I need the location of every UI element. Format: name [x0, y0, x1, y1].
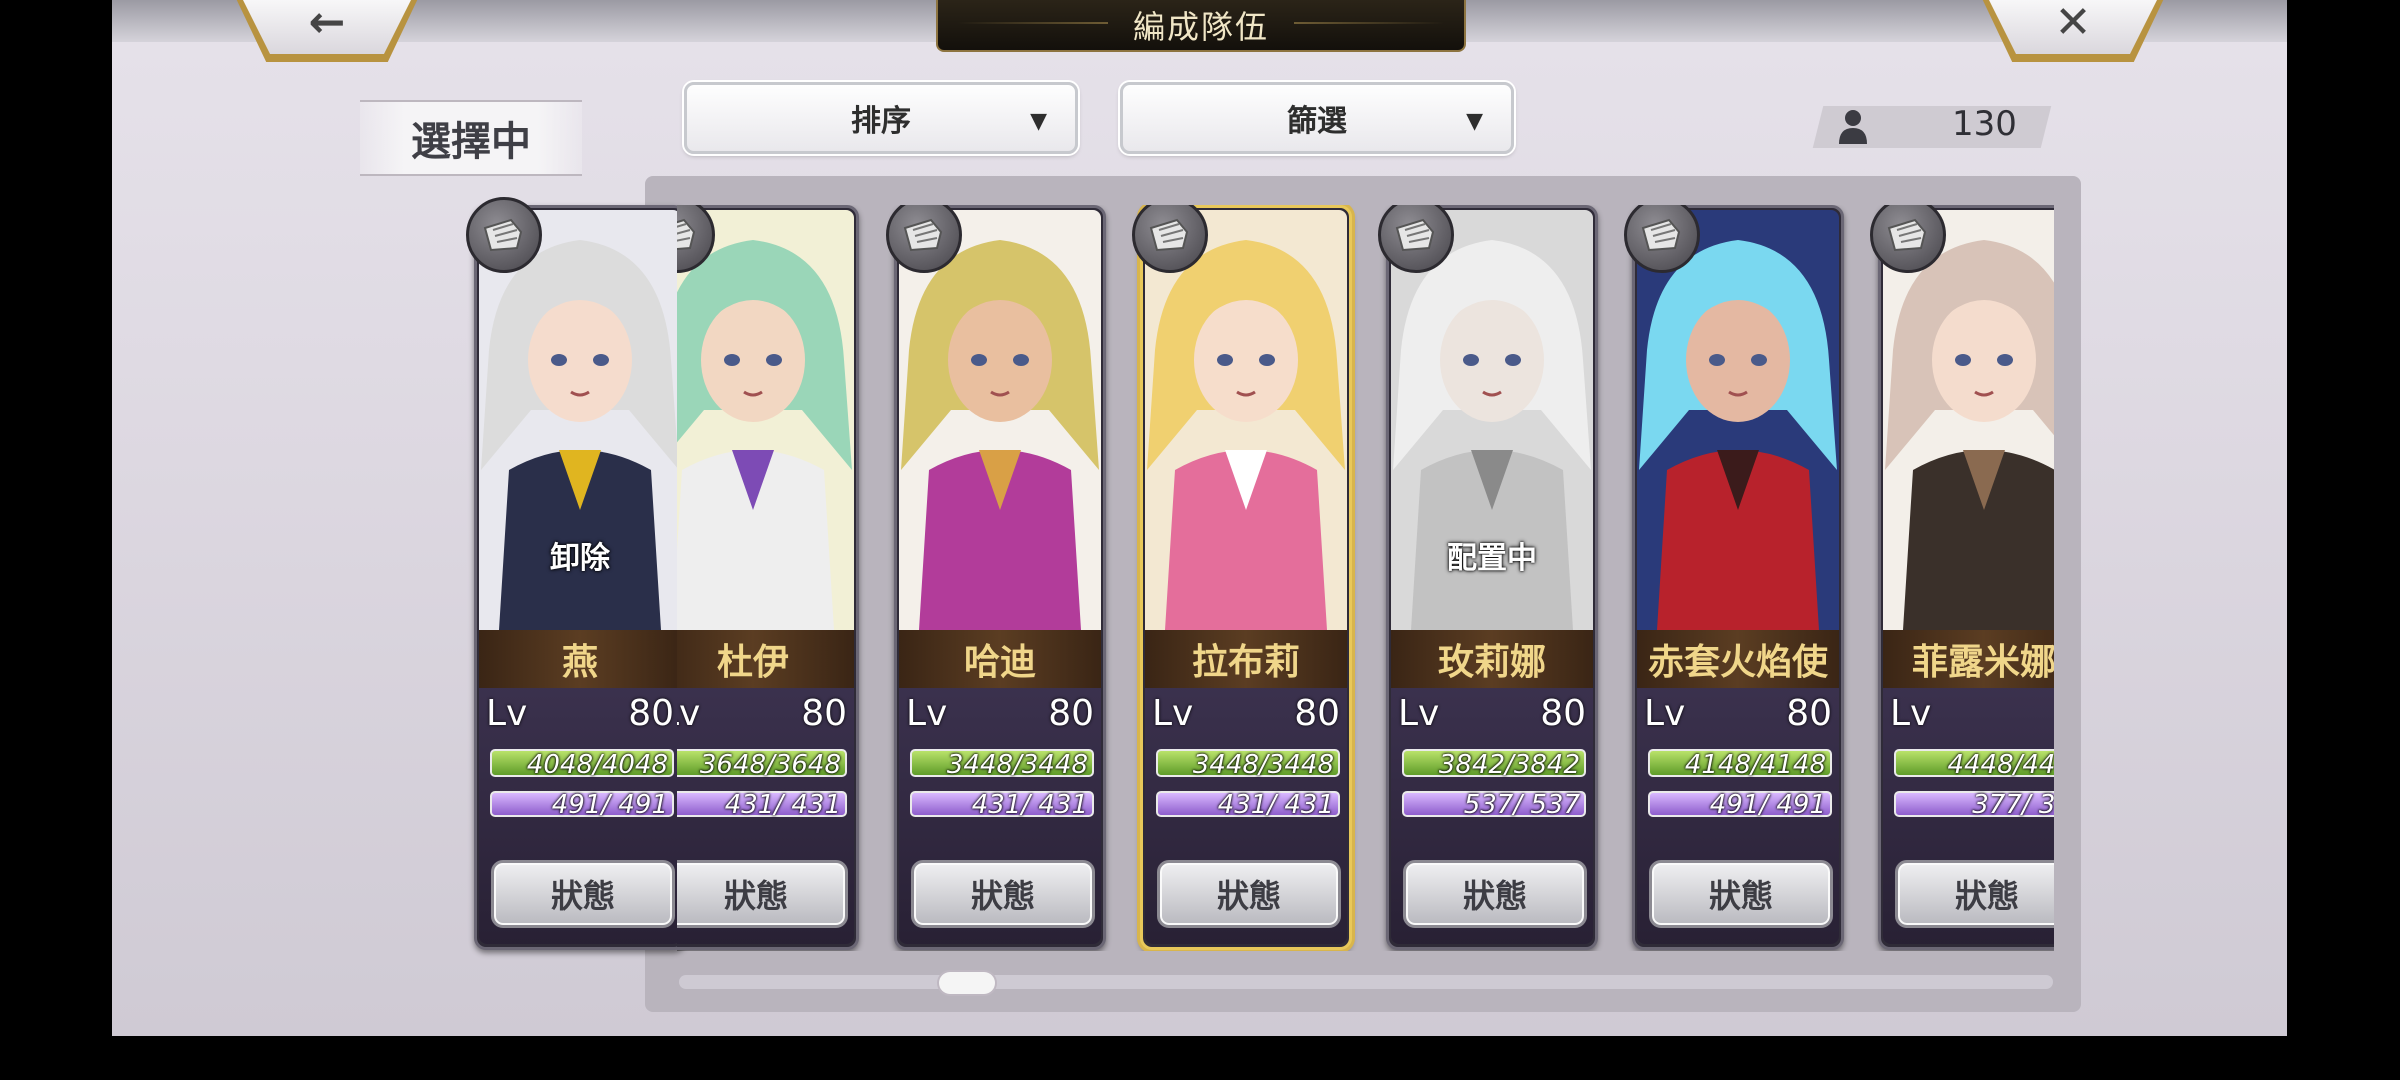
status-button[interactable]: 狀態 [491, 860, 675, 928]
sp-bar: 431/ 431 [677, 791, 847, 818]
character-portrait-art [1145, 210, 1347, 630]
character-name: 玫莉娜 [1391, 630, 1593, 688]
hp-bar: 4048/4048 [490, 749, 674, 779]
status-button[interactable]: 狀態 [1157, 860, 1341, 928]
character-card[interactable]: 菲露米娜 Lv 8 4448/444 377/ 37 狀態 [1870, 205, 2054, 950]
character-portrait [677, 210, 854, 630]
character-portrait [1637, 210, 1839, 630]
gauntlet-icon [1149, 218, 1189, 252]
back-arrow-icon: ← [238, 0, 416, 54]
sort-dropdown[interactable]: 排序 ▼ [684, 82, 1078, 154]
level-label: Lv [1398, 693, 1440, 734]
character-name: 燕 [479, 630, 681, 688]
gauntlet-icon [1641, 218, 1681, 252]
character-portrait [1883, 210, 2054, 630]
character-name: 菲露米娜 [1883, 630, 2054, 688]
sort-dropdown-label: 排序 [851, 104, 911, 139]
selected-section-label: 選擇中 [360, 100, 582, 176]
level-value: 80 [1540, 693, 1586, 734]
status-button[interactable]: 狀態 [911, 860, 1095, 928]
level-label: Lv [486, 693, 528, 734]
character-name: 赤套火焰使 [1637, 630, 1839, 688]
sp-bar: 431/ 431 [910, 791, 1094, 818]
game-screen: ← ✕ 編成隊伍 選擇中 排序 ▼ 篩選 ▼ 130 卸除 燕 Lv 80 40… [112, 0, 2287, 1036]
back-button[interactable]: ← [232, 0, 422, 62]
character-card[interactable]: 赤套火焰使 Lv 80 4148/4148 491/ 491 狀態 [1624, 205, 1844, 950]
hp-bar: 3448/3448 [1156, 749, 1340, 779]
level-label: Lv [1890, 693, 1932, 734]
card-overlay-label: 配置中 [1447, 541, 1537, 576]
character-portrait-art [677, 210, 854, 630]
character-portrait [1145, 210, 1347, 630]
hp-bar: 4448/444 [1894, 749, 2054, 779]
character-portrait-art [899, 210, 1101, 630]
gauntlet-icon [1887, 218, 1927, 252]
sp-bar: 431/ 431 [1156, 791, 1340, 818]
roster-scroll-thumb[interactable] [939, 972, 995, 994]
sp-bar: 537/ 537 [1402, 791, 1586, 818]
gauntlet-icon [483, 218, 523, 252]
sp-bar: 491/ 491 [490, 791, 674, 818]
chevron-down-icon: ▼ [1030, 109, 1047, 134]
character-portrait-art [1883, 210, 2054, 630]
status-button[interactable]: 狀態 [1403, 860, 1587, 928]
character-card[interactable]: 配置中 玫莉娜 Lv 80 3842/3842 537/ 537 狀態 [1378, 205, 1598, 950]
character-card[interactable]: 拉布莉 Lv 80 3448/3448 431/ 431 狀態 [1132, 205, 1352, 950]
character-portrait-art [1637, 210, 1839, 630]
status-button[interactable]: 狀態 [1895, 860, 2054, 928]
filter-dropdown[interactable]: 篩選 ▼ [1120, 82, 1514, 154]
character-name: 拉布莉 [1145, 630, 1347, 688]
selected-character-card[interactable]: 卸除 燕 Lv 80 4048/4048 491/ 491 狀態 [466, 197, 686, 950]
character-name: 杜伊 [677, 630, 854, 688]
roster-scrollbar[interactable] [679, 975, 2053, 989]
hp-bar: 3648/3648 [677, 749, 847, 779]
page-title: 編成隊伍 [936, 0, 1466, 52]
hp-bar: 4148/4148 [1648, 749, 1832, 779]
person-icon [1839, 110, 1867, 144]
level-value: 80 [801, 693, 847, 734]
level-value: 80 [1048, 693, 1094, 734]
character-name: 哈迪 [899, 630, 1101, 688]
close-button[interactable]: ✕ [1978, 0, 2168, 62]
level-value: 80 [1294, 693, 1340, 734]
weapon-type-badge [466, 197, 542, 273]
gauntlet-icon [903, 218, 943, 252]
level-label: Lv [906, 693, 948, 734]
level-value: 80 [628, 693, 674, 734]
filter-dropdown-label: 篩選 [1287, 104, 1347, 139]
character-card[interactable]: 哈迪 Lv 80 3448/3448 431/ 431 狀態 [886, 205, 1106, 950]
status-button[interactable]: 狀態 [677, 860, 848, 928]
roster-list[interactable]: 杜伊 Lv 80 3648/3648 431/ 431 狀態 哈迪 Lv 80 … [677, 205, 2054, 951]
page-title-text: 編成隊伍 [1132, 8, 1269, 46]
character-card[interactable]: 杜伊 Lv 80 3648/3648 431/ 431 狀態 [677, 205, 859, 950]
status-button[interactable]: 狀態 [1649, 860, 1833, 928]
level-label: Lv [1152, 693, 1194, 734]
chevron-down-icon: ▼ [1466, 109, 1483, 134]
sp-bar: 377/ 37 [1894, 791, 2054, 818]
close-icon: ✕ [1984, 0, 2162, 54]
unit-count: 130 [1952, 104, 2017, 144]
hp-bar: 3448/3448 [910, 749, 1094, 779]
card-overlay-label: 卸除 [550, 541, 610, 576]
level-label: Lv [1644, 693, 1686, 734]
gauntlet-icon [677, 218, 696, 251]
sp-bar: 491/ 491 [1648, 791, 1832, 818]
level-value: 80 [1786, 693, 1832, 734]
hp-bar: 3842/3842 [1402, 749, 1586, 779]
gauntlet-icon [1395, 218, 1435, 252]
character-portrait [899, 210, 1101, 630]
level-label: Lv [677, 693, 701, 734]
